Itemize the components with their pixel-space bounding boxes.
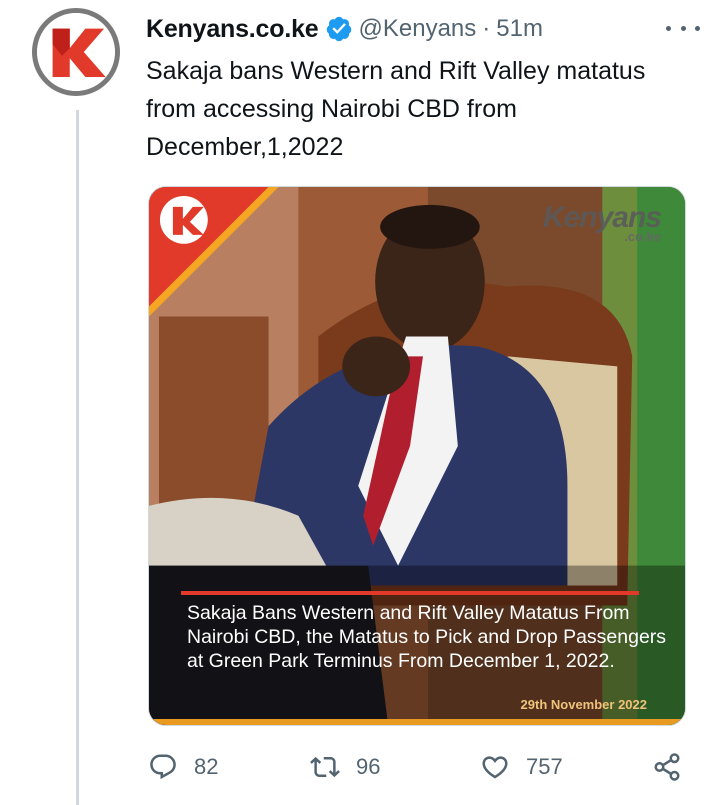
- verified-icon: [326, 16, 351, 42]
- share-icon: [654, 753, 680, 781]
- tweet-header: Kenyans.co.ke @Kenyans · 51m: [146, 12, 700, 46]
- media-watermark: Kenyans .co.ke: [543, 201, 662, 244]
- retweet-icon: [310, 756, 340, 778]
- caption-divider: [181, 591, 639, 595]
- thread-line: [76, 110, 79, 805]
- kenyans-logo: [37, 13, 115, 91]
- media-footer-bar: [149, 719, 685, 725]
- retweet-button[interactable]: 96: [310, 752, 380, 782]
- author-name[interactable]: Kenyans.co.ke: [146, 15, 319, 44]
- retweet-count: 96: [356, 754, 381, 779]
- reply-icon: [150, 754, 176, 780]
- avatar[interactable]: [32, 8, 120, 96]
- like-button[interactable]: 757: [480, 752, 563, 782]
- timestamp[interactable]: 51m: [496, 15, 543, 43]
- like-icon: [482, 756, 508, 779]
- separator: ·: [482, 15, 491, 42]
- tweet-actions: 82 96 757: [148, 752, 688, 788]
- tweet-text: Sakaja bans Western and Rift Valley mata…: [146, 57, 646, 161]
- author-handle[interactable]: @Kenyans: [359, 15, 477, 43]
- share-button[interactable]: [652, 752, 698, 782]
- like-count: 757: [526, 754, 563, 779]
- tweet-media-image[interactable]: Kenyans .co.ke Sakaja Bans Western and R…: [148, 186, 686, 726]
- reply-count: 82: [194, 754, 219, 779]
- media-caption: Sakaja Bans Western and Rift Valley Mata…: [187, 602, 667, 672]
- reply-button[interactable]: 82: [148, 752, 218, 782]
- more-icon[interactable]: [666, 16, 700, 40]
- media-date: 29th November 2022: [520, 697, 647, 712]
